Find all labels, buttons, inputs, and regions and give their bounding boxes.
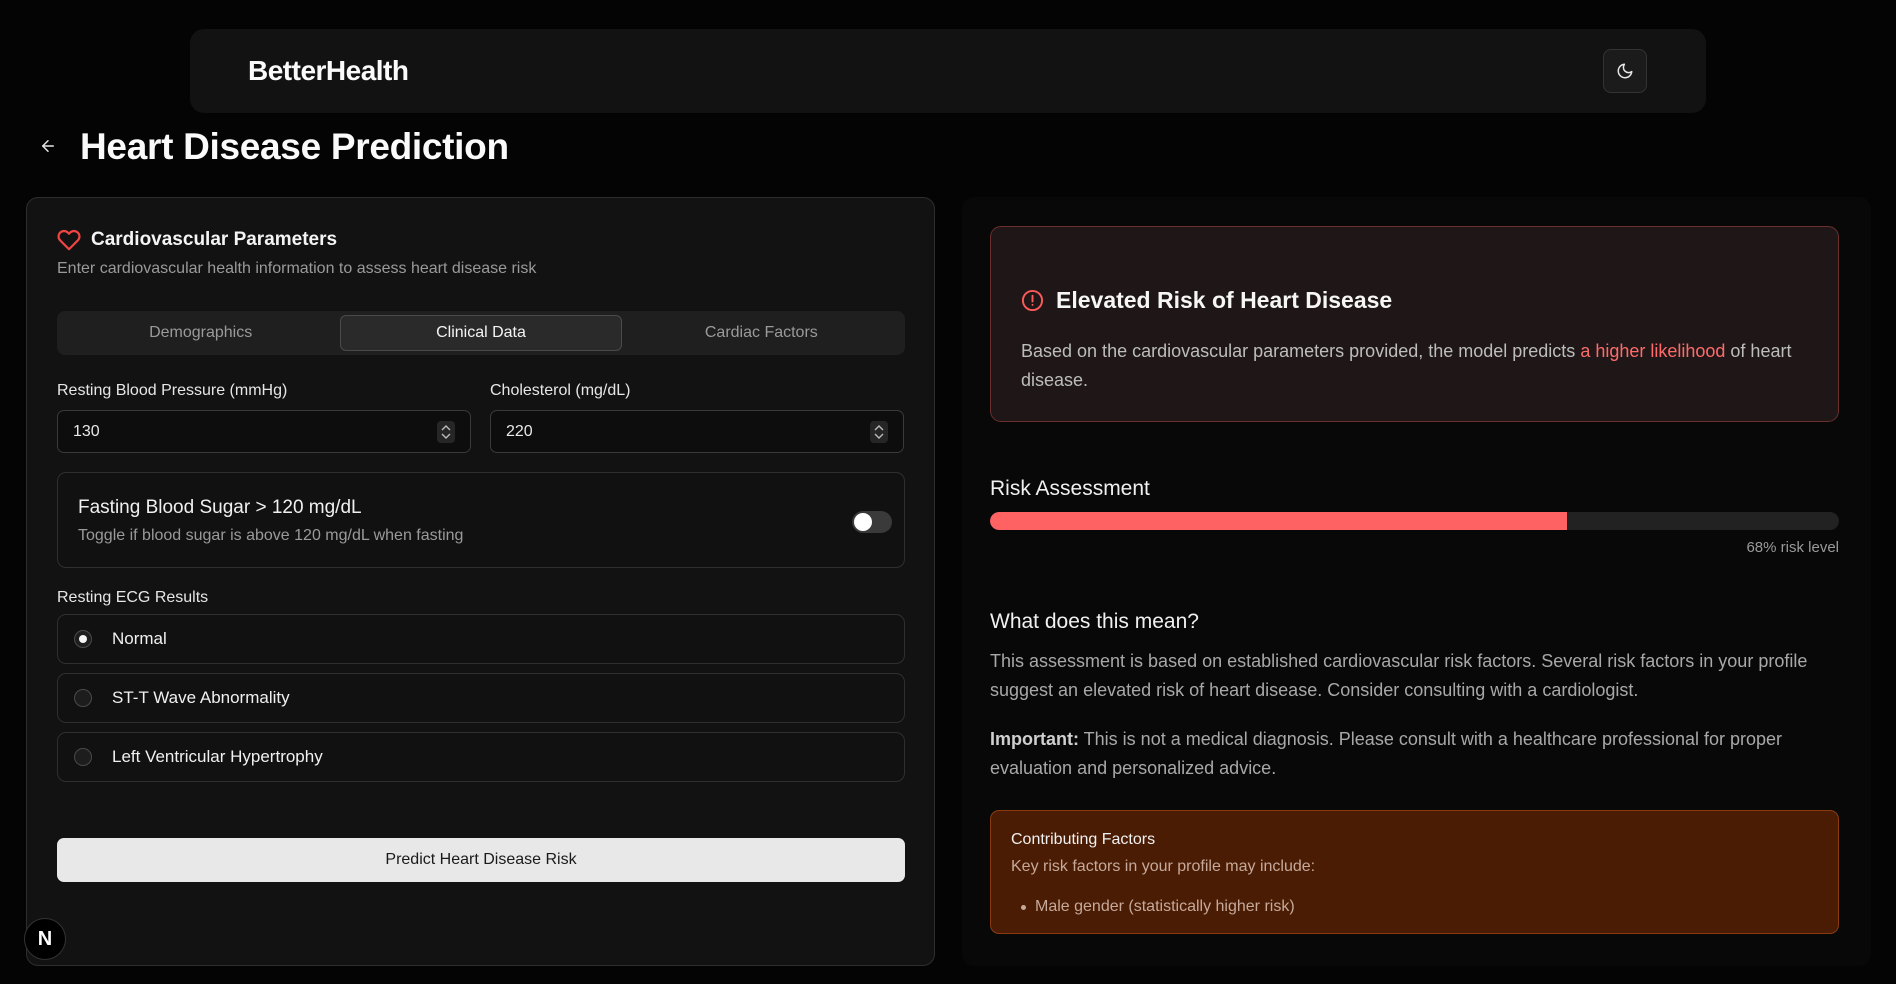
theme-toggle-button[interactable] <box>1603 49 1647 93</box>
results-panel: Elevated Risk of Heart Disease Based on … <box>962 197 1871 966</box>
tab-list: Demographics Clinical Data Cardiac Facto… <box>57 311 905 355</box>
important-note: Important: This is not a medical diagnos… <box>990 725 1840 783</box>
arrow-left-icon <box>42 140 54 152</box>
brand-logo[interactable]: BetterHealth <box>248 55 409 87</box>
page-title: Heart Disease Prediction <box>80 126 509 167</box>
card-description: Enter cardiovascular health information … <box>57 260 537 277</box>
cholesterol-stepper[interactable] <box>870 420 888 443</box>
meaning-title: What does this mean? <box>990 610 1199 633</box>
alert-circle-icon <box>1021 289 1044 312</box>
bullet-icon <box>1021 904 1026 910</box>
navbar: BetterHealth <box>190 29 1706 113</box>
tab-demographics[interactable]: Demographics <box>61 315 340 351</box>
alert-header: Elevated Risk of Heart Disease <box>1021 287 1392 314</box>
resting-bp-input[interactable]: 130 <box>57 410 471 453</box>
moon-icon <box>1617 63 1633 79</box>
cholesterol-label: Cholesterol (mg/dL) <box>490 382 631 399</box>
tab-clinical-data[interactable]: Clinical Data <box>340 315 622 351</box>
tab-cardiac-factors[interactable]: Cardiac Factors <box>622 315 901 351</box>
fasting-sugar-switch[interactable] <box>852 511 892 533</box>
factors-title: Contributing Factors <box>1011 831 1156 848</box>
factor-item: Male gender (statistically higher risk) <box>1021 898 1295 916</box>
card-title: Cardiovascular Parameters <box>91 229 338 250</box>
resting-bp-value: 130 <box>73 422 100 440</box>
ecg-option-label: ST-T Wave Abnormality <box>112 688 290 707</box>
ecg-option-st-t-wave[interactable]: ST-T Wave Abnormality <box>57 673 905 723</box>
fasting-sugar-title: Fasting Blood Sugar > 120 mg/dL <box>78 497 362 518</box>
chevron-up-icon <box>441 424 451 430</box>
alert-body-text: Based on the cardiovascular parameters p… <box>1021 341 1581 361</box>
contributing-factors-box: Contributing Factors Key risk factors in… <box>990 810 1839 934</box>
important-label: Important: <box>990 729 1079 749</box>
radio-selected-dot <box>79 635 87 643</box>
parameters-card: Cardiovascular Parameters Enter cardiova… <box>26 197 935 966</box>
chevron-up-icon <box>874 424 884 430</box>
important-body: This is not a medical diagnosis. Please … <box>990 729 1783 778</box>
meaning-body: This assessment is based on established … <box>990 651 1808 700</box>
heart-icon <box>57 229 81 251</box>
risk-progress-bar <box>990 512 1839 530</box>
alert-title: Elevated Risk of Heart Disease <box>1056 287 1393 313</box>
factors-subtitle: Key risk factors in your profile may inc… <box>1011 858 1316 875</box>
ecg-label: Resting ECG Results <box>57 589 209 606</box>
ecg-option-label: Normal <box>112 629 167 648</box>
risk-level-label: 68% risk level <box>1746 539 1839 556</box>
chevron-down-icon <box>874 433 884 439</box>
risk-alert: Elevated Risk of Heart Disease Based on … <box>990 226 1839 422</box>
cholesterol-input[interactable]: 220 <box>490 410 904 453</box>
fasting-sugar-description: Toggle if blood sugar is above 120 mg/dL… <box>78 527 464 544</box>
cholesterol-value: 220 <box>506 422 533 440</box>
resting-bp-stepper[interactable] <box>437 420 455 443</box>
radio-button[interactable] <box>74 748 92 766</box>
predict-button[interactable]: Predict Heart Disease Risk <box>57 838 905 882</box>
resting-bp-label: Resting Blood Pressure (mmHg) <box>57 382 288 399</box>
radio-button[interactable] <box>74 630 92 648</box>
factor-item-label: Male gender (statistically higher risk) <box>1035 898 1295 915</box>
fasting-sugar-box: Fasting Blood Sugar > 120 mg/dL Toggle i… <box>57 472 905 568</box>
chevron-down-icon <box>441 433 451 439</box>
dev-tools-badge[interactable]: N <box>24 918 66 960</box>
ecg-option-label: Left Ventricular Hypertrophy <box>112 747 323 766</box>
alert-highlight: a higher likelihood <box>1580 341 1726 361</box>
back-button[interactable] <box>36 134 60 158</box>
ecg-option-lvh[interactable]: Left Ventricular Hypertrophy <box>57 732 905 782</box>
alert-body: Based on the cardiovascular parameters p… <box>1021 337 1821 395</box>
switch-knob <box>854 513 872 531</box>
risk-progress-fill <box>990 512 1568 530</box>
radio-button[interactable] <box>74 689 92 707</box>
risk-assessment-title: Risk Assessment <box>990 477 1150 500</box>
card-header: Cardiovascular Parameters <box>57 228 337 252</box>
ecg-option-normal[interactable]: Normal <box>57 614 905 664</box>
